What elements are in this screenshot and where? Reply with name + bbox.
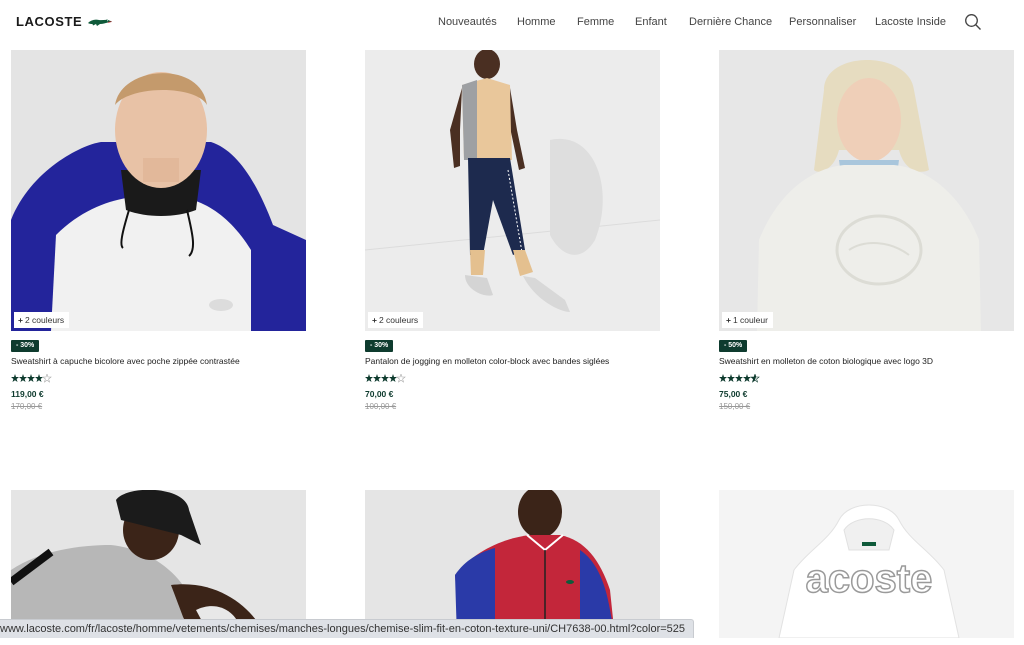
nav-item-personnaliser[interactable]: Personnaliser <box>789 16 856 28</box>
product-price: 70,00 € <box>365 389 394 399</box>
product-title[interactable]: Sweatshirt à capuche bicolore avec poche… <box>11 356 306 366</box>
product-title[interactable]: Sweatshirt en molleton de coton biologiq… <box>719 356 1014 366</box>
nav-item-enfant[interactable]: Enfant <box>635 16 667 28</box>
nav-item-lacoste-inside[interactable]: Lacoste Inside <box>875 16 946 28</box>
product-image[interactable]: +1 couleur <box>719 50 1014 331</box>
hoodie-model-photo <box>11 50 306 331</box>
plus-icon: + <box>18 315 23 325</box>
color-count-badge[interactable]: +2 couleurs <box>14 312 70 328</box>
rating-stars <box>365 374 406 383</box>
product-price: 119,00 € <box>11 389 44 399</box>
track-jacket-model-photo <box>365 490 660 638</box>
link-preview-status-bar: www.lacoste.com/fr/lacoste/homme/vetemen… <box>0 619 695 638</box>
product-image[interactable] <box>365 490 660 638</box>
nav-item-nouveautes[interactable]: Nouveautés <box>438 16 497 28</box>
plus-icon: + <box>372 315 377 325</box>
jogging-pants-model-photo <box>365 50 660 331</box>
hoodie-print-text: acoste <box>806 557 933 601</box>
color-count-badge[interactable]: +2 couleurs <box>368 312 424 328</box>
rating-stars <box>11 374 52 383</box>
discount-badge: - 30% <box>365 340 394 352</box>
plus-icon: + <box>726 315 731 325</box>
product-old-price: 100,00 € <box>365 402 397 411</box>
discount-badge: - 50% <box>719 340 748 352</box>
color-count-badge[interactable]: +1 couleur <box>722 312 773 328</box>
cap-tshirt-model-photo <box>11 490 306 638</box>
product-old-price: 150,00 € <box>719 402 751 411</box>
white-hoodie-photo: acoste <box>719 490 1014 638</box>
product-title[interactable]: Pantalon de jogging en molleton color-bl… <box>365 356 660 366</box>
rating-stars <box>719 374 760 383</box>
main-nav: Nouveautés Homme Femme Enfant Dernière C… <box>0 16 1024 30</box>
site-header: LACOSTE Nouveautés Homme Femme Enfant De… <box>0 0 1024 44</box>
product-old-price: 170,00 € <box>11 402 43 411</box>
nav-item-homme[interactable]: Homme <box>517 16 556 28</box>
product-image[interactable]: acoste <box>719 490 1014 638</box>
product-image[interactable]: +2 couleurs <box>11 50 306 331</box>
product-price: 75,00 € <box>719 389 748 399</box>
product-image[interactable]: +2 couleurs <box>365 50 660 331</box>
page-bottom <box>0 638 1024 645</box>
product-image[interactable] <box>11 490 306 638</box>
search-icon[interactable] <box>964 13 982 31</box>
nav-item-derniere-chance[interactable]: Dernière Chance <box>689 16 772 28</box>
nav-item-femme[interactable]: Femme <box>577 16 614 28</box>
discount-badge: - 30% <box>11 340 40 352</box>
sweatshirt-model-photo <box>719 50 1014 331</box>
